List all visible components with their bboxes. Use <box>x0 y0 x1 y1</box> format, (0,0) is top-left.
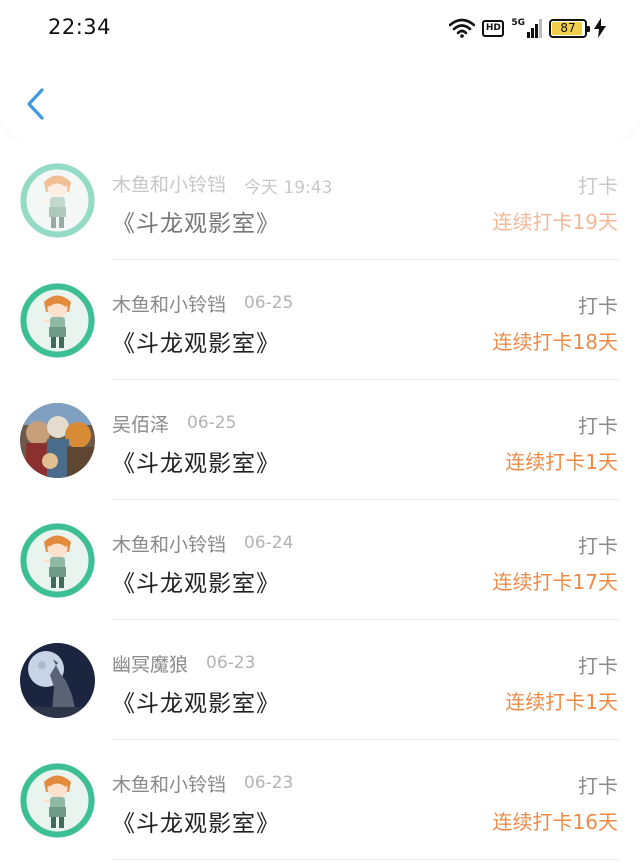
show-title: 《斗龙观影室》 <box>112 571 280 597</box>
anime-girl-avatar[interactable] <box>20 523 95 598</box>
status-bar: 22:34 HD 5G 87 <box>0 0 640 56</box>
checkin-label: 打卡 <box>578 534 618 558</box>
screen: 22:34 HD 5G 87 木鱼和小铃铛 今天 19:43 《斗龙观影室》 打… <box>0 0 640 868</box>
streak-count: 连续打卡1天 <box>505 690 618 714</box>
battery-icon: 87 <box>549 18 590 38</box>
checkin-label: 打卡 <box>578 654 618 678</box>
user-name[interactable]: 吴佰泽 <box>112 410 169 437</box>
list-item[interactable]: 木鱼和小铃铛 今天 19:43 《斗龙观影室》 打卡 连续打卡19天 <box>0 140 640 260</box>
post-date: 06-23 <box>206 653 256 673</box>
howling-wolf-avatar[interactable] <box>20 643 95 718</box>
anime-girl-avatar[interactable] <box>20 763 95 838</box>
show-title: 《斗龙观影室》 <box>112 691 280 717</box>
user-name[interactable]: 木鱼和小铃铛 <box>112 170 226 197</box>
top-bar: 22:34 HD 5G 87 <box>0 0 640 140</box>
user-name[interactable]: 木鱼和小铃铛 <box>112 530 226 557</box>
anime-girl-avatar[interactable] <box>20 283 95 358</box>
list-item[interactable]: 吴佰泽 06-25 《斗龙观影室》 打卡 连续打卡1天 <box>0 380 640 500</box>
streak-count: 连续打卡16天 <box>492 810 618 834</box>
post-date: 今天 19:43 <box>244 178 333 198</box>
list-item[interactable]: 幽冥魔狼 06-23 《斗龙观影室》 打卡 连续打卡1天 <box>0 620 640 740</box>
charging-bolt-icon <box>594 18 606 38</box>
group-artwork-avatar[interactable] <box>20 403 95 478</box>
checkin-label: 打卡 <box>578 174 618 198</box>
post-date: 06-23 <box>244 773 294 793</box>
show-title: 《斗龙观影室》 <box>112 331 280 357</box>
back-chevron-icon[interactable] <box>22 86 52 122</box>
user-name[interactable]: 木鱼和小铃铛 <box>112 290 226 317</box>
checkin-list: 木鱼和小铃铛 今天 19:43 《斗龙观影室》 打卡 连续打卡19天 木鱼和小铃… <box>0 140 640 860</box>
list-item[interactable]: 木鱼和小铃铛 06-25 《斗龙观影室》 打卡 连续打卡18天 <box>0 260 640 380</box>
network-type-label: 5G <box>511 18 525 28</box>
wifi-icon <box>449 18 476 38</box>
user-name[interactable]: 木鱼和小铃铛 <box>112 770 226 797</box>
user-name[interactable]: 幽冥魔狼 <box>112 650 188 677</box>
show-title: 《斗龙观影室》 <box>112 211 280 237</box>
streak-count: 连续打卡1天 <box>505 450 618 474</box>
checkin-label: 打卡 <box>578 294 618 318</box>
post-date: 06-25 <box>244 293 294 313</box>
cellular-signal-icon: 5G <box>511 18 542 38</box>
show-title: 《斗龙观影室》 <box>112 451 280 477</box>
anime-girl-avatar[interactable] <box>20 163 95 238</box>
streak-count: 连续打卡17天 <box>492 570 618 594</box>
hd-icon: HD <box>482 19 505 37</box>
streak-count: 连续打卡19天 <box>492 210 618 234</box>
streak-count: 连续打卡18天 <box>492 330 618 354</box>
battery-level: 87 <box>560 20 576 35</box>
divider <box>112 859 620 860</box>
checkin-label: 打卡 <box>578 774 618 798</box>
post-date: 06-24 <box>244 533 294 553</box>
list-item[interactable]: 木鱼和小铃铛 06-24 《斗龙观影室》 打卡 连续打卡17天 <box>0 500 640 620</box>
status-icons: HD 5G 87 <box>449 16 606 40</box>
show-title: 《斗龙观影室》 <box>112 811 280 837</box>
checkin-label: 打卡 <box>578 414 618 438</box>
list-item[interactable]: 木鱼和小铃铛 06-23 《斗龙观影室》 打卡 连续打卡16天 <box>0 740 640 860</box>
status-time: 22:34 <box>48 15 112 39</box>
post-date: 06-25 <box>187 413 237 433</box>
